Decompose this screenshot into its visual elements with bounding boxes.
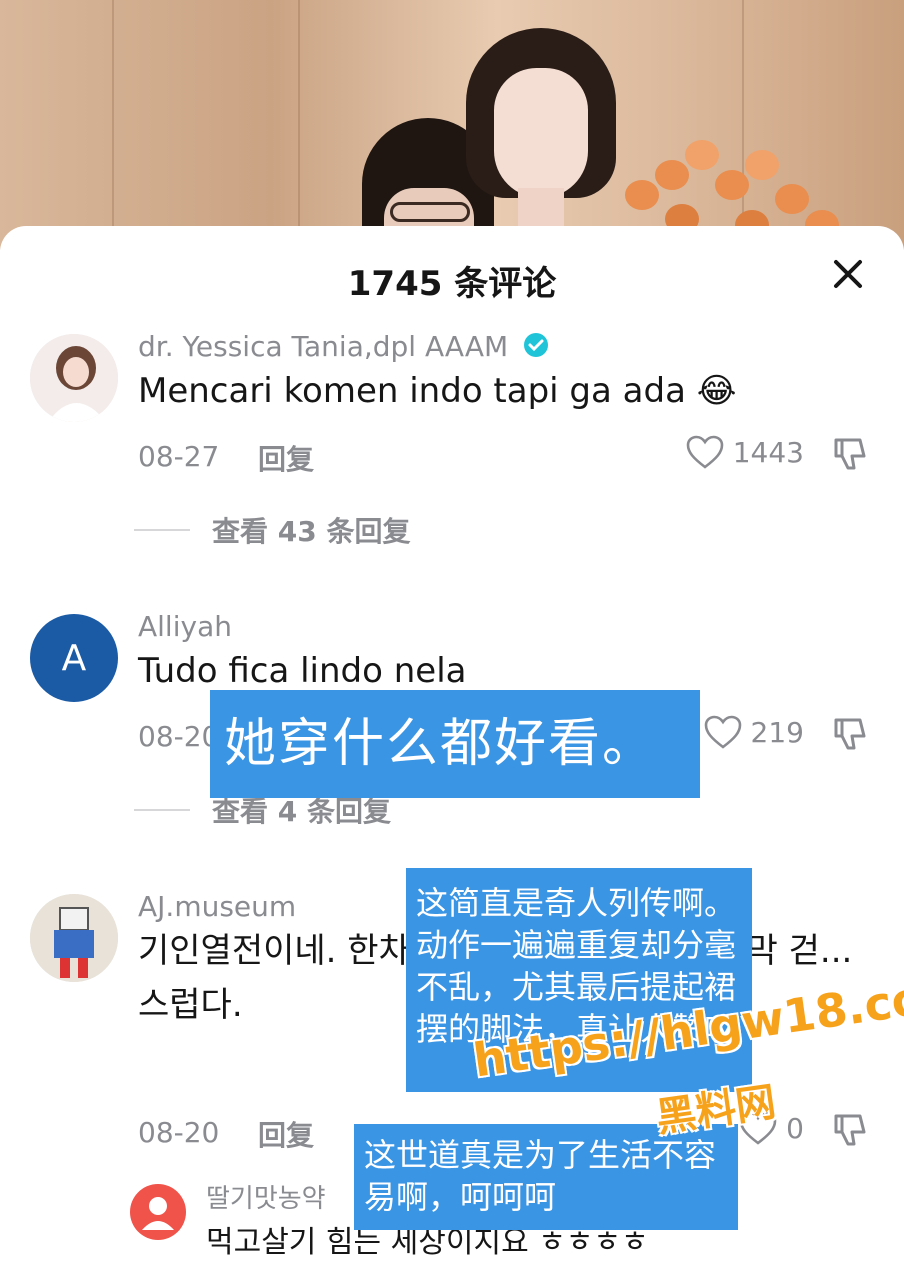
comment-username[interactable]: Alliyah <box>138 610 232 643</box>
like-count: 0 <box>786 1111 804 1145</box>
video-background <box>0 0 904 250</box>
reply-button[interactable]: 回复 <box>258 1114 314 1154</box>
close-icon[interactable] <box>828 254 868 294</box>
wall-panel-line <box>112 0 114 250</box>
comment-username[interactable]: dr. Yessica Tania,dpl AAAM <box>138 330 508 363</box>
caption-overlay: 她穿什么都好看。 <box>210 690 700 798</box>
like-count: 219 <box>750 715 804 749</box>
avatar[interactable] <box>130 1184 186 1240</box>
comment-date: 08-27 <box>138 440 220 473</box>
like-button[interactable]: 219 <box>703 714 804 750</box>
like-count: 1443 <box>732 435 804 469</box>
avatar[interactable] <box>30 894 118 982</box>
avatar[interactable] <box>30 334 118 422</box>
verified-badge-icon <box>523 332 549 365</box>
reply-button[interactable]: 回复 <box>258 438 314 478</box>
comment-item: dr. Yessica Tania,dpl AAAM Mencari komen… <box>0 330 904 580</box>
main-person <box>466 28 616 250</box>
dislike-icon[interactable] <box>830 434 870 474</box>
comment-date: 08-20 <box>138 1116 220 1149</box>
divider-line <box>134 809 190 811</box>
view-replies-button[interactable]: 查看 43 条回复 <box>134 510 410 550</box>
like-button[interactable]: 1443 <box>685 434 804 470</box>
heart-icon <box>686 435 724 469</box>
comment-username[interactable]: 딸기맛농약 <box>206 1178 326 1215</box>
heart-icon <box>704 715 741 749</box>
dislike-icon[interactable] <box>830 714 870 754</box>
avatar[interactable]: A <box>30 614 118 702</box>
avatar-letter: A <box>61 637 87 679</box>
comments-count-title: 1745 条评论 <box>347 264 557 304</box>
divider-line <box>134 529 190 531</box>
comment-text: Mencari komen indo tapi ga ada 😂 <box>138 371 737 411</box>
view-replies-label: 查看 43 条回复 <box>212 515 411 548</box>
comment-username[interactable]: AJ.museum <box>138 890 296 923</box>
wall-panel-line <box>298 0 300 250</box>
comment-date: 08-20 <box>138 720 220 753</box>
dislike-icon[interactable] <box>830 1110 870 1150</box>
